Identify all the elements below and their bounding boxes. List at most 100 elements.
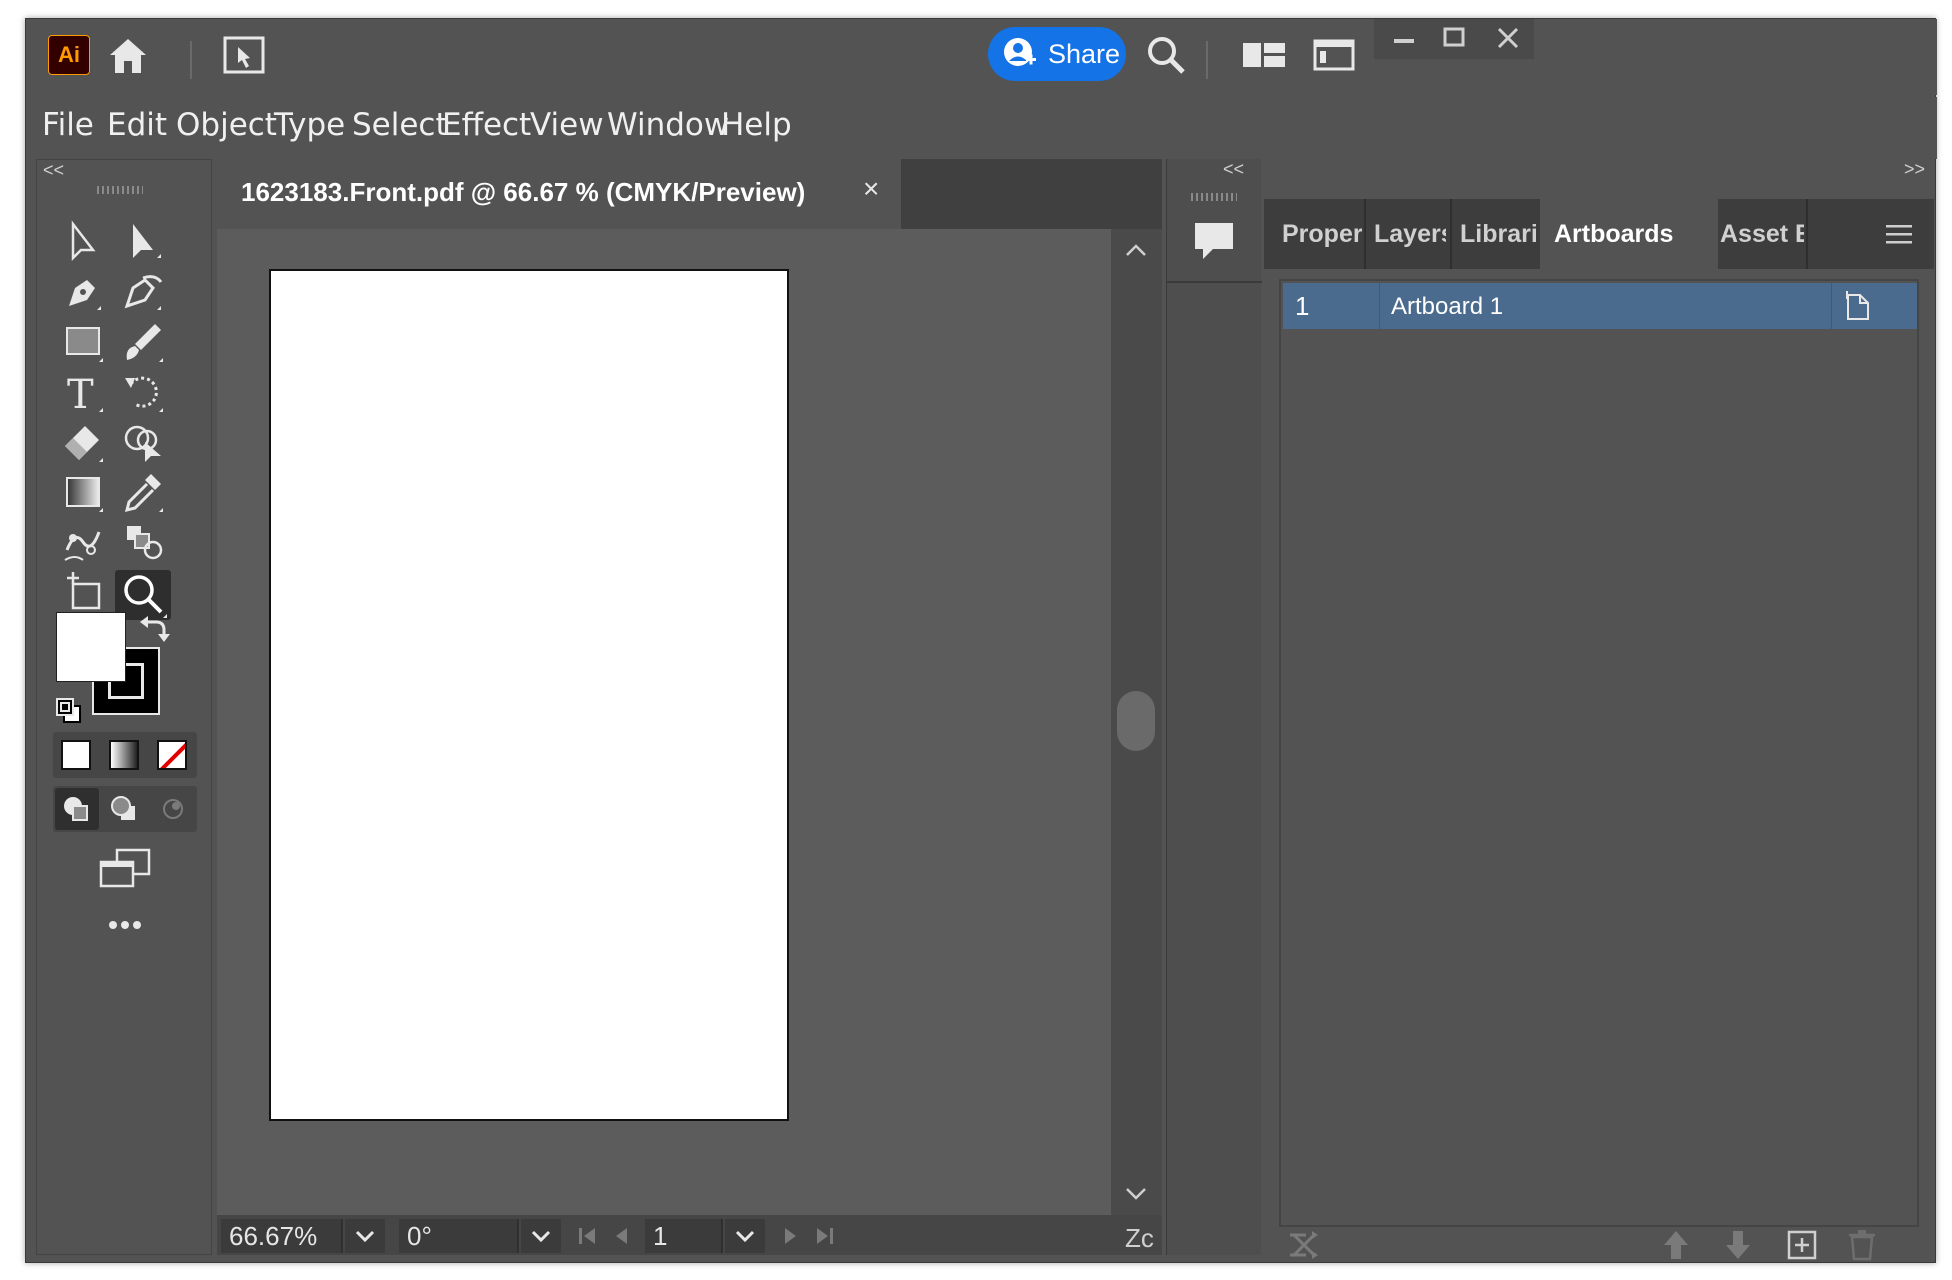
tab-properties[interactable]: Proper: [1282, 199, 1362, 269]
close-document-icon[interactable]: ×: [863, 173, 879, 205]
tab-layers[interactable]: Layers: [1374, 199, 1446, 269]
puppet-warp-tool-icon[interactable]: [55, 520, 111, 570]
paintbrush-tool-icon[interactable]: [115, 320, 171, 370]
gradient-fill-button[interactable]: [109, 740, 139, 770]
more-tools-icon[interactable]: [95, 910, 155, 940]
document-area: 1623183.Front.pdf @ 66.67 % (CMYK/Previe…: [217, 159, 1162, 1255]
rotate-tool-icon[interactable]: [115, 370, 171, 420]
tab-artboards[interactable]: Artboards: [1540, 199, 1718, 269]
menu-view[interactable]: View: [530, 107, 604, 143]
pen-tool-icon[interactable]: [55, 270, 111, 320]
move-up-icon[interactable]: [1658, 1227, 1694, 1263]
rectangle-tool-icon[interactable]: [55, 320, 111, 370]
default-fill-stroke-icon[interactable]: [54, 696, 84, 726]
draw-behind-icon[interactable]: [103, 788, 147, 830]
zoom-field[interactable]: 66.67%: [221, 1219, 343, 1253]
draw-mode-group: [53, 786, 197, 832]
artboard-row[interactable]: 1 Artboard 1: [1283, 283, 1917, 329]
symbol-sprayer-tool-icon[interactable]: [115, 520, 171, 570]
zoom-dropdown[interactable]: [345, 1219, 385, 1253]
artboard-number-dropdown[interactable]: [725, 1219, 765, 1253]
rearrange-artboards-icon[interactable]: [1286, 1227, 1322, 1263]
shape-builder-tool-icon[interactable]: [115, 420, 171, 470]
tools-grip[interactable]: [97, 186, 143, 194]
collapse-tools-button[interactable]: <<: [43, 160, 64, 181]
document-tab[interactable]: 1623183.Front.pdf @ 66.67 % (CMYK/Previe…: [217, 159, 901, 229]
move-down-icon[interactable]: [1720, 1227, 1756, 1263]
strip-grip[interactable]: [1191, 193, 1237, 201]
rotation-field[interactable]: 0°: [399, 1219, 519, 1253]
panel-menu-icon[interactable]: [1884, 221, 1914, 247]
app-logo: Ai: [48, 35, 90, 75]
comments-icon[interactable]: [1191, 217, 1237, 263]
canvas[interactable]: [217, 229, 1111, 1215]
first-artboard-icon[interactable]: [573, 1221, 601, 1251]
menu-window[interactable]: Window: [607, 107, 729, 143]
expand-panel-button[interactable]: >>: [1904, 159, 1925, 180]
change-screen-mode-icon[interactable]: [95, 844, 155, 892]
minimize-icon[interactable]: [1386, 19, 1422, 59]
scroll-down-icon[interactable]: [1121, 1179, 1151, 1209]
artboard-number-field[interactable]: 1: [645, 1219, 723, 1253]
collapsed-panel-strip: <<: [1166, 159, 1262, 1255]
type-tool-icon[interactable]: T: [55, 370, 111, 420]
tab-separator: [1806, 199, 1808, 269]
selection-tool-icon[interactable]: [55, 220, 111, 270]
artboard-options-icon[interactable]: [1843, 289, 1873, 323]
workspace-switcher-icon[interactable]: [1241, 35, 1287, 75]
menu-file[interactable]: File: [42, 107, 94, 143]
tab-separator: [1364, 199, 1366, 269]
menu-help[interactable]: Help: [721, 107, 792, 143]
menu-select[interactable]: Select: [352, 107, 448, 143]
tab-separator: [1450, 199, 1452, 269]
screen-mode-icon[interactable]: [1312, 35, 1356, 75]
color-mode-group: [53, 732, 197, 778]
strip-divider: [1167, 281, 1262, 283]
title-bar: Ai Share: [26, 19, 1937, 95]
app-window: Ai Share File Edit Object Type Select Ef…: [25, 18, 1937, 1263]
draw-inside-icon[interactable]: [151, 788, 195, 830]
next-artboard-icon[interactable]: [777, 1221, 805, 1251]
home-icon[interactable]: [106, 33, 150, 77]
new-artboard-icon[interactable]: [1784, 1227, 1820, 1263]
row-divider: [1831, 283, 1832, 329]
artboard[interactable]: [269, 269, 789, 1121]
row-divider: [1379, 283, 1380, 329]
arrange-documents-icon[interactable]: [222, 33, 266, 77]
vertical-scrollbar[interactable]: [1111, 229, 1162, 1215]
share-button[interactable]: Share: [988, 27, 1126, 81]
scroll-thumb[interactable]: [1117, 691, 1155, 751]
delete-artboard-icon[interactable]: [1844, 1227, 1880, 1263]
eraser-tool-icon[interactable]: [55, 420, 111, 470]
collapse-strip-button[interactable]: <<: [1223, 159, 1244, 180]
last-artboard-icon[interactable]: [811, 1221, 839, 1251]
status-bar: 66.67% 0° 1 Zc: [217, 1215, 1162, 1255]
fill-swatch[interactable]: [56, 612, 126, 682]
user-add-icon: [1004, 38, 1036, 66]
direct-selection-tool-icon[interactable]: [115, 220, 171, 270]
search-icon[interactable]: [1144, 33, 1188, 77]
close-window-icon[interactable]: [1490, 19, 1526, 59]
menu-effect[interactable]: Effect: [442, 107, 531, 143]
window-controls: [1374, 19, 1534, 59]
menu-bar: File Edit Object Type Select Effect View…: [26, 97, 1937, 159]
rotation-dropdown[interactable]: [521, 1219, 561, 1253]
tab-libraries[interactable]: Librari: [1460, 199, 1536, 269]
tools-panel: << T: [36, 159, 212, 1255]
artboard-name[interactable]: Artboard 1: [1391, 293, 1503, 321]
curvature-tool-icon[interactable]: [115, 270, 171, 320]
none-fill-button[interactable]: [157, 740, 187, 770]
maximize-icon[interactable]: [1436, 19, 1472, 59]
previous-artboard-icon[interactable]: [607, 1221, 635, 1251]
menu-edit[interactable]: Edit: [107, 107, 167, 143]
menu-object[interactable]: Object: [176, 107, 277, 143]
draw-normal-icon[interactable]: [55, 788, 99, 830]
artboard-list: 1 Artboard 1: [1279, 279, 1919, 1227]
color-fill-button[interactable]: [61, 740, 91, 770]
swap-fill-stroke-icon[interactable]: [138, 612, 170, 644]
scroll-up-icon[interactable]: [1121, 235, 1151, 265]
gradient-tool-icon[interactable]: [55, 470, 111, 520]
menu-type[interactable]: Type: [274, 107, 345, 143]
tab-asset-export[interactable]: Asset E: [1720, 199, 1804, 269]
eyedropper-tool-icon[interactable]: [115, 470, 171, 520]
